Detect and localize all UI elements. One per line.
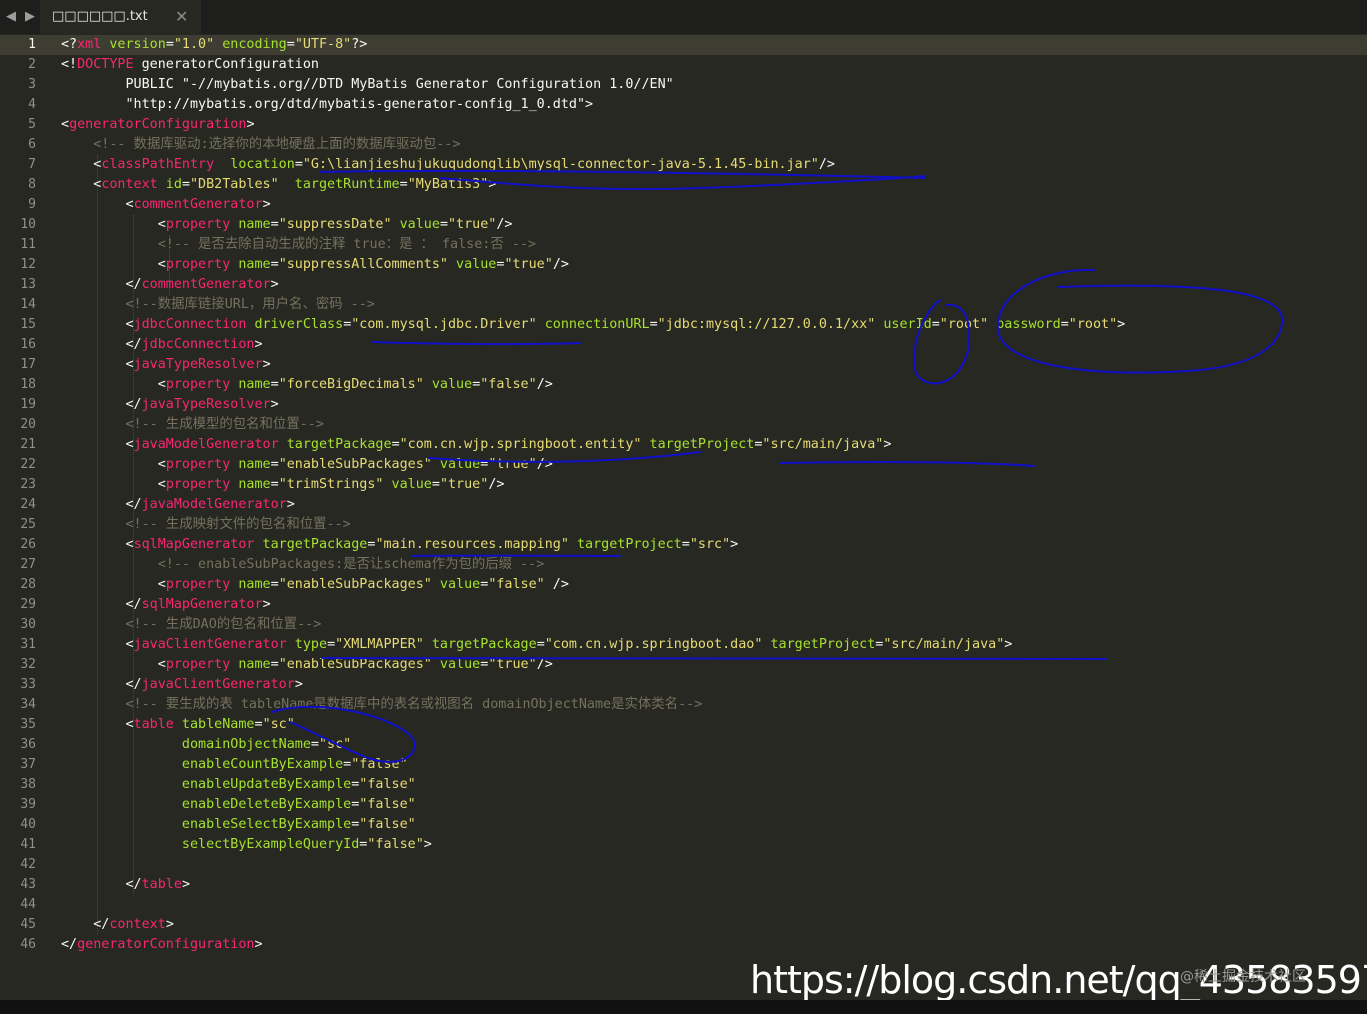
underline-target-project <box>779 461 1035 467</box>
underline-entity <box>427 451 701 463</box>
watermark-author: @稀土掘金技术社区 <box>1180 969 1306 985</box>
circle-credentials <box>996 268 1284 374</box>
underline-driver-class <box>371 341 581 346</box>
status-bar <box>0 1000 1367 1014</box>
circle-sc <box>271 705 416 763</box>
handwritten-annotations <box>271 169 1284 763</box>
circle-xx <box>913 299 971 385</box>
underline-dao <box>321 657 1107 661</box>
underline-target-runtime <box>439 175 926 191</box>
underline-location <box>319 169 926 179</box>
